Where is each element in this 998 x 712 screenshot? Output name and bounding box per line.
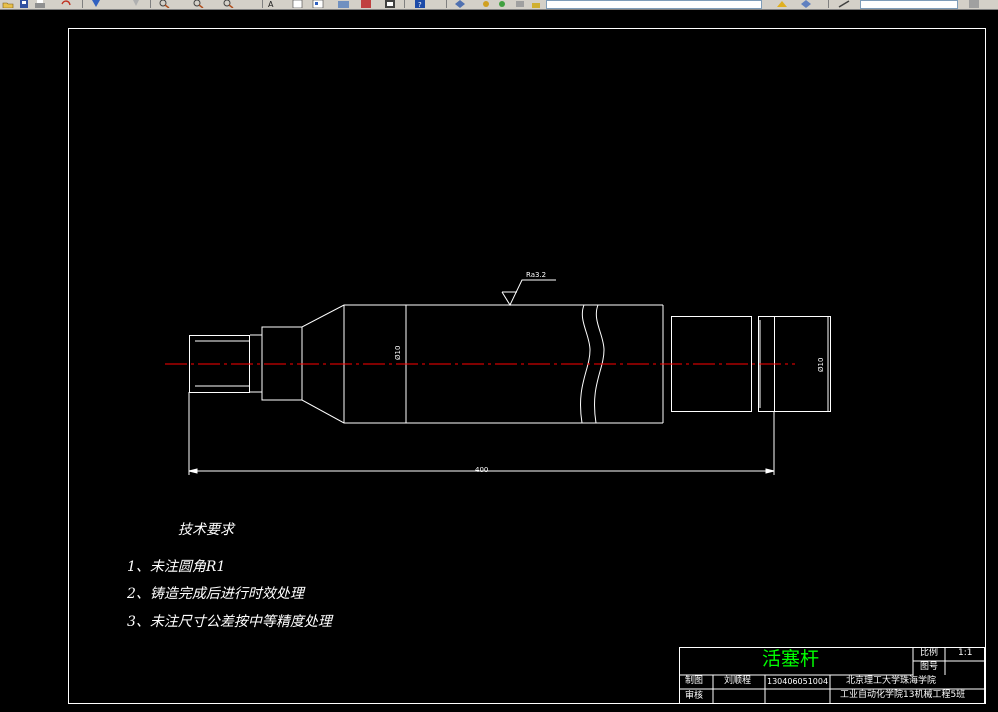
layer-state-icon[interactable] xyxy=(496,0,508,8)
toolbar-separator xyxy=(262,0,263,8)
drawn-by: 刘顺程 xyxy=(724,676,752,686)
lock-icon[interactable] xyxy=(530,0,542,8)
zoom-window-icon[interactable] xyxy=(192,0,204,8)
dim-length-label: 400 xyxy=(475,466,489,474)
zoom-realtime-icon[interactable] xyxy=(158,0,170,8)
zoom-previous-icon[interactable] xyxy=(222,0,234,8)
help-icon[interactable]: ? xyxy=(414,0,426,8)
svg-text:?: ? xyxy=(418,1,422,8)
student-id: 130406051004 xyxy=(767,677,829,686)
toolbar-separator xyxy=(828,0,829,8)
linetype-icon[interactable] xyxy=(800,0,812,8)
dim-diameter-left: Ø10 xyxy=(394,345,402,360)
piston-rod-outline-top xyxy=(250,304,663,336)
layer-previous-icon[interactable] xyxy=(454,0,466,8)
part-name: 活塞杆 xyxy=(762,648,820,670)
svg-text:A: A xyxy=(268,0,274,8)
drawing-svg xyxy=(68,28,986,704)
scale-label: 比例 xyxy=(920,648,939,658)
toolbar-separator xyxy=(150,0,151,8)
drawing-border xyxy=(68,28,986,704)
department-name: 工业自动化学院13机械工程5班 xyxy=(840,690,966,700)
dim-diameter-right: Ø10 xyxy=(817,357,825,372)
print-icon[interactable] xyxy=(34,0,46,8)
surface-finish-label: Ra3.2 xyxy=(526,271,547,279)
text-style-icon[interactable]: A xyxy=(268,0,280,8)
calculator-icon[interactable] xyxy=(360,0,372,8)
checked-label: 审核 xyxy=(685,691,704,701)
properties-icon[interactable] xyxy=(292,0,304,8)
save-icon[interactable] xyxy=(18,0,30,8)
lineweight-icon[interactable] xyxy=(838,0,850,8)
undo-icon[interactable] xyxy=(60,0,72,8)
drawing-canvas[interactable]: Ra3.2 Ø10 Ø10 400 技术要求 1、未注圆角R1 2、铸造完成后进… xyxy=(0,10,998,712)
color-control-icon[interactable] xyxy=(776,0,788,8)
match-properties-icon[interactable] xyxy=(480,0,492,8)
cad-toolbar: A ? xyxy=(0,0,998,10)
redo-icon[interactable] xyxy=(90,0,102,8)
tech-requirement-item: 1、未注圆角R1 xyxy=(127,559,226,575)
layers-icon[interactable] xyxy=(384,0,396,8)
pan-icon[interactable] xyxy=(130,0,142,8)
dim-arrow xyxy=(188,468,198,474)
toolbar-separator xyxy=(404,0,405,8)
piston-rod-outline-bottom xyxy=(250,391,663,424)
tech-requirements-title: 技术要求 xyxy=(178,522,234,538)
drawing-number-label: 图号 xyxy=(920,662,939,672)
drawn-label: 制图 xyxy=(685,676,704,686)
dim-arrow xyxy=(765,468,775,474)
plot-style-dropdown[interactable] xyxy=(860,0,958,9)
open-icon[interactable] xyxy=(2,0,14,8)
toolbar-separator xyxy=(446,0,447,8)
tech-requirement-item: 2、铸造完成后进行时效处理 xyxy=(127,586,304,602)
scale-value: 1:1 xyxy=(958,648,973,658)
tech-requirement-item: 3、未注尺寸公差按中等精度处理 xyxy=(127,614,332,630)
freeze-icon[interactable] xyxy=(514,0,526,8)
tool-palettes-icon[interactable] xyxy=(338,0,350,8)
named-views-icon[interactable] xyxy=(968,0,980,8)
toolbar-separator xyxy=(82,0,83,8)
design-center-icon[interactable] xyxy=(312,0,324,8)
layer-dropdown[interactable] xyxy=(546,0,762,9)
school-name: 北京理工大学珠海学院 xyxy=(846,676,937,686)
